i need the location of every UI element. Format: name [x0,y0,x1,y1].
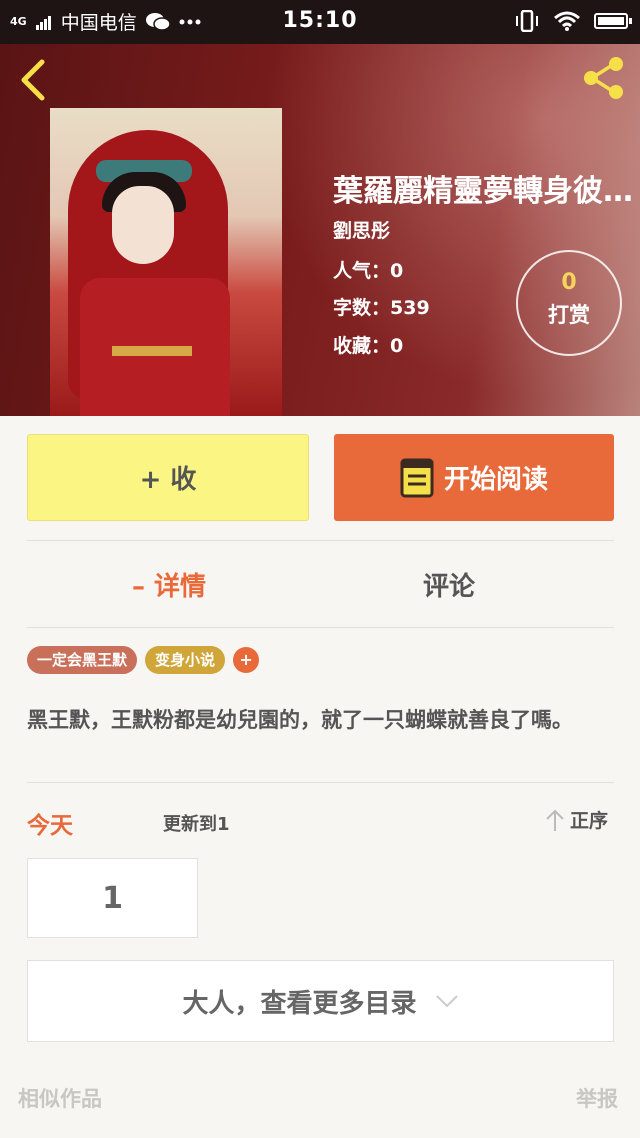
update-status: 更新到1 [163,814,230,835]
back-arrow-icon [21,59,45,101]
book-title: 葉羅麗精靈夢轉身彼… [333,174,633,209]
sort-label: 正序 [570,810,609,832]
arrow-up-icon [546,809,564,831]
start-reading-label: 开始阅读 [443,465,548,495]
chevron-down-icon [435,995,458,1008]
tag-item[interactable]: 变身小说 [145,646,226,674]
divider [27,782,614,783]
tip-button[interactable]: 0 打赏 [516,250,622,356]
tag-item[interactable]: 一定会黑王默 [27,646,138,674]
book-word-count: 字数：539 [333,297,430,319]
book-author[interactable]: 劉思彤 [333,216,390,243]
similar-works-label: 相似作品 [18,1087,102,1111]
book-description: 黑王默，王默粉都是幼兒園的，就了一只蝴蝶就善良了嗎。 [27,708,573,732]
report-button[interactable]: 举报 [576,1083,618,1113]
tip-count: 0 [561,270,577,295]
add-tag-button[interactable]: + [233,647,260,673]
tag-list: 一定会黑王默 变身小说 + [27,646,260,674]
vibrate-icon [516,10,538,32]
tab-comment[interactable]: 评论 [423,566,475,603]
status-bar: 4G 中国电信 15:10 [0,0,640,44]
cover-face [112,186,174,264]
more-chapters-button[interactable]: 大人，查看更多目录 [27,960,614,1042]
book-cover-image[interactable] [50,108,282,416]
cover-sash [112,346,192,356]
wifi-icon [554,11,580,31]
book-popularity: 人气：0 [333,260,404,282]
share-button[interactable] [580,54,628,102]
tab-detail[interactable]: – 详情 [132,566,206,603]
battery-icon [594,13,632,29]
collect-button[interactable]: + 收 [27,434,309,521]
share-icon [584,57,623,99]
divider [27,627,614,628]
book-favorites: 收藏：0 [333,335,404,357]
back-button[interactable] [14,56,54,104]
chapter-item[interactable]: 1 [27,858,198,938]
divider [27,540,614,541]
more-chapters-label: 大人，查看更多目录 [182,988,417,1019]
update-day: 今天 [27,813,73,839]
book-header: 葉羅麗精靈夢轉身彼… 劉思彤 人气：0 字数：539 收藏：0 0 打赏 [0,44,640,416]
start-reading-button[interactable]: 开始阅读 [334,434,614,521]
tip-label: 打赏 [548,303,590,327]
book-icon [400,458,434,497]
sort-button[interactable]: 正序 [544,806,608,833]
status-right [514,10,632,32]
